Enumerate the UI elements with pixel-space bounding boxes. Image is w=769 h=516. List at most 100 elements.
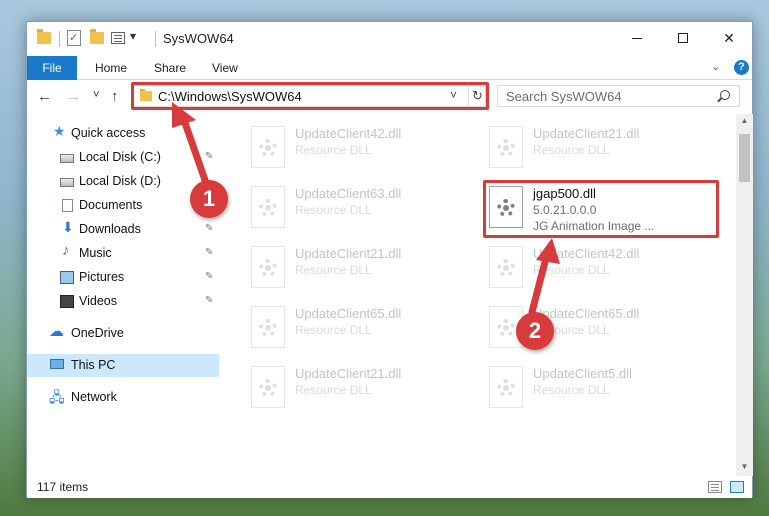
view-layout-icon[interactable] <box>111 32 125 44</box>
minimize-button[interactable] <box>614 22 660 54</box>
file-name: UpdateClient5.dll <box>533 366 633 381</box>
gear-icon <box>497 379 515 397</box>
search-box[interactable]: Search SysWOW64 <box>497 85 740 107</box>
file-type: Resource DLL <box>533 263 610 277</box>
sidebar-item-label: OneDrive <box>71 326 124 340</box>
file-type: Resource DLL <box>533 383 610 397</box>
file-item[interactable]: UpdateClient5.dll Resource DLL <box>481 362 711 414</box>
sidebar-item-local-disk-c[interactable]: Local Disk (C:) ✎ <box>27 146 219 169</box>
file-type: Resource DLL <box>295 203 372 217</box>
navigation-pane: ★ Quick access Local Disk (C:) ✎ Local D… <box>27 114 219 476</box>
forward-button[interactable]: → <box>66 88 81 105</box>
file-type: Resource DLL <box>295 263 372 277</box>
tab-file[interactable]: File <box>27 56 77 80</box>
file-item[interactable]: UpdateClient42.dll Resource DLL <box>243 122 473 174</box>
sidebar-item-label: Local Disk (D:) <box>79 174 161 188</box>
scroll-up-icon[interactable]: ▲ <box>736 114 753 128</box>
file-name: UpdateClient42.dll <box>533 246 640 261</box>
help-icon[interactable]: ? <box>734 60 749 75</box>
gear-icon <box>497 139 515 157</box>
minimize-icon <box>632 38 642 39</box>
qat-dropdown-icon[interactable]: ▾ <box>130 29 136 43</box>
sidebar-item-label: Pictures <box>79 270 125 284</box>
navigation-bar: ← → ˅ ↑ C:\Windows\SysWOW64 ˅ ↻ Search S… <box>27 80 752 114</box>
dll-file-icon <box>489 126 523 168</box>
item-count: 117 items <box>37 480 89 494</box>
sidebar-item-videos[interactable]: Videos ✎ <box>27 290 219 313</box>
sidebar-item-pictures[interactable]: Pictures ✎ <box>27 266 219 289</box>
file-type: Resource DLL <box>295 383 372 397</box>
vertical-scrollbar[interactable]: ▲ ▼ <box>736 114 753 476</box>
gear-icon <box>497 259 515 277</box>
sidebar-item-downloads[interactable]: ⬇ Downloads ✎ <box>27 218 219 241</box>
gear-icon <box>259 319 277 337</box>
scroll-thumb[interactable] <box>739 134 750 182</box>
dll-file-icon <box>489 246 523 288</box>
gear-icon <box>259 379 277 397</box>
sidebar-item-this-pc[interactable]: This PC <box>27 354 219 377</box>
tiles-view-icon[interactable] <box>730 481 744 493</box>
back-button[interactable]: ← <box>37 88 52 105</box>
sidebar-item-local-disk-d[interactable]: Local Disk (D:) <box>27 170 219 193</box>
sidebar-item-label: Documents <box>79 198 143 212</box>
scroll-down-icon[interactable]: ▼ <box>736 460 753 474</box>
music-icon: ♪ <box>62 242 70 259</box>
onedrive-icon: ☁ <box>49 323 64 340</box>
pictures-icon <box>60 271 74 284</box>
sidebar-item-label: Videos <box>79 294 117 308</box>
file-item[interactable]: UpdateClient65.dll Resource DLL <box>243 302 473 354</box>
search-icon[interactable] <box>720 90 730 100</box>
properties-icon[interactable] <box>67 30 81 46</box>
file-item[interactable]: UpdateClient21.dll Resource DLL <box>243 362 473 414</box>
sidebar-item-network[interactable]: 🖧 Network <box>27 386 219 409</box>
file-name: UpdateClient42.dll <box>295 126 402 141</box>
sidebar-item-onedrive[interactable]: ☁ OneDrive <box>27 322 219 345</box>
close-button[interactable]: ✕ <box>706 22 752 54</box>
pin-icon[interactable]: ✎ <box>205 151 213 162</box>
pin-icon[interactable]: ✎ <box>205 271 213 282</box>
qat-separator <box>59 31 60 47</box>
file-item[interactable]: UpdateClient63.dll Resource DLL <box>243 182 473 234</box>
maximize-button[interactable] <box>660 22 706 54</box>
details-view-icon[interactable] <box>708 481 722 493</box>
file-type: Resource DLL <box>533 143 610 157</box>
file-highlight-box <box>483 180 719 238</box>
expand-ribbon-icon[interactable]: ⌄ <box>711 60 720 73</box>
downloads-icon: ⬇ <box>62 219 74 235</box>
close-icon: ✕ <box>723 30 735 46</box>
tab-view[interactable]: View <box>212 56 238 80</box>
file-name: UpdateClient65.dll <box>295 306 402 321</box>
sidebar-item-label: Music <box>79 246 112 260</box>
up-button[interactable]: ↑ <box>111 88 119 105</box>
pin-icon[interactable]: ✎ <box>205 295 213 306</box>
dll-file-icon <box>251 366 285 408</box>
title-bar: ▾ SysWOW64 ✕ <box>27 22 752 56</box>
dll-file-icon <box>251 126 285 168</box>
file-name: UpdateClient21.dll <box>295 246 402 261</box>
gear-icon <box>259 139 277 157</box>
explorer-window: ▾ SysWOW64 ✕ File Home Share View ⌄ ? ← … <box>26 21 753 498</box>
sidebar-item-label: Quick access <box>71 126 146 140</box>
new-folder-icon[interactable] <box>90 29 104 44</box>
gear-icon <box>259 259 277 277</box>
file-name: UpdateClient63.dll <box>295 186 402 201</box>
file-item[interactable]: UpdateClient21.dll Resource DLL <box>243 242 473 294</box>
dll-file-icon <box>489 366 523 408</box>
tab-home[interactable]: Home <box>95 56 127 80</box>
file-item[interactable]: UpdateClient42.dll Resource DLL <box>481 242 711 294</box>
videos-icon <box>60 295 74 308</box>
recent-locations-button[interactable]: ˅ <box>93 89 99 101</box>
search-input[interactable]: Search SysWOW64 <box>506 89 622 104</box>
file-name: UpdateClient21.dll <box>533 126 640 141</box>
status-bar: 117 items <box>27 476 752 498</box>
sidebar-item-label: Network <box>71 390 117 404</box>
pin-icon[interactable]: ✎ <box>205 247 213 258</box>
sidebar-item-label: This PC <box>71 358 116 372</box>
file-item[interactable]: UpdateClient21.dll Resource DLL <box>481 122 711 174</box>
file-type: Resource DLL <box>295 323 372 337</box>
sidebar-item-quick-access[interactable]: ★ Quick access <box>27 122 219 145</box>
maximize-icon <box>678 33 688 43</box>
tab-share[interactable]: Share <box>154 56 186 80</box>
sidebar-item-music[interactable]: ♪ Music ✎ <box>27 242 219 265</box>
pin-icon[interactable]: ✎ <box>205 223 213 234</box>
